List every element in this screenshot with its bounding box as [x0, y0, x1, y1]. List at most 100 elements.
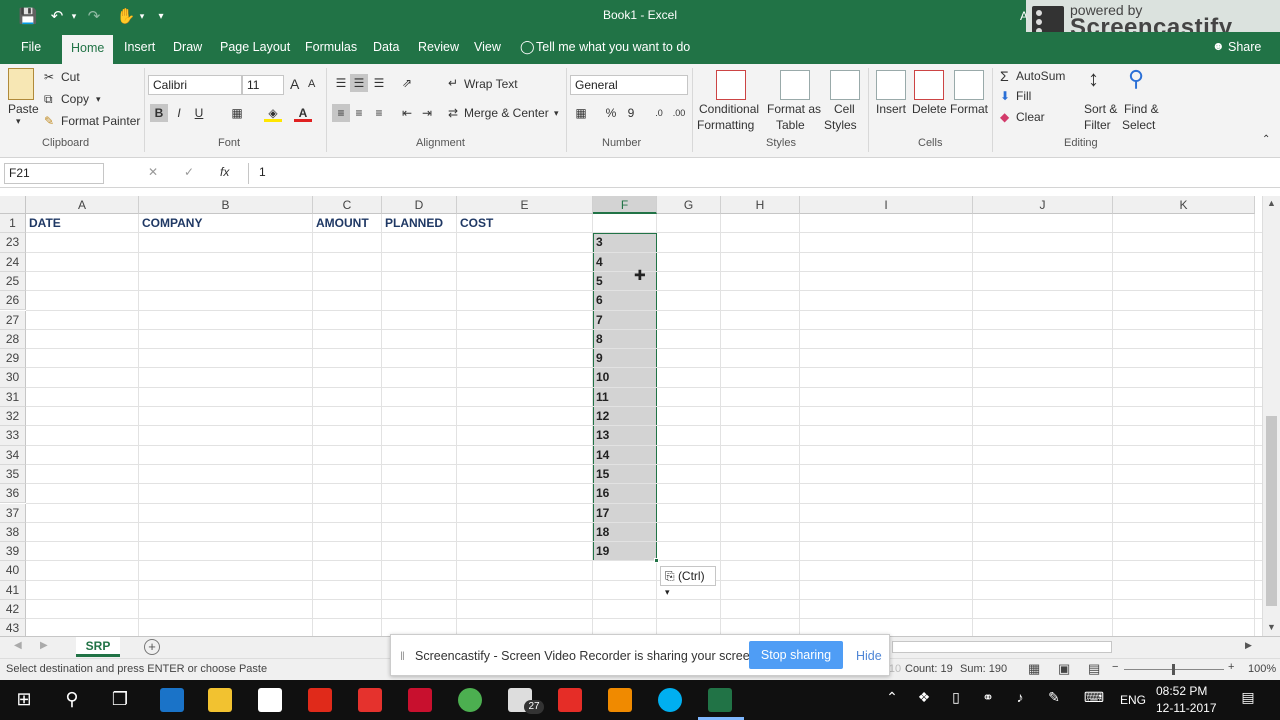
- tab-file[interactable]: File: [21, 40, 41, 54]
- cell-styles-button[interactable]: Cell: [834, 102, 855, 116]
- insert-function-button[interactable]: fx: [220, 165, 229, 179]
- align-bottom-icon[interactable]: ☰: [370, 74, 388, 92]
- header-cell-d[interactable]: PLANNED: [382, 214, 443, 233]
- align-middle-icon[interactable]: ☰: [350, 74, 368, 92]
- file-explorer-icon[interactable]: [208, 688, 232, 712]
- fill-icon[interactable]: ⬇: [1000, 89, 1010, 103]
- header-cell-b[interactable]: COMPANY: [139, 214, 202, 233]
- tab-page-layout[interactable]: Page Layout: [220, 40, 290, 54]
- pen-icon[interactable]: ✎: [1042, 689, 1066, 706]
- format-as-table-icon[interactable]: [780, 70, 810, 100]
- align-left-icon[interactable]: ≡: [332, 104, 350, 122]
- clear-button[interactable]: Clear: [1016, 110, 1045, 124]
- column-header-k[interactable]: K: [1113, 196, 1255, 214]
- cell-f[interactable]: 4: [593, 253, 603, 272]
- tab-review[interactable]: Review: [418, 40, 459, 54]
- horizontal-scroll-thumb[interactable]: [892, 641, 1112, 653]
- cell-f[interactable]: 11: [593, 388, 609, 407]
- cell-f[interactable]: 8: [593, 330, 603, 349]
- row-header[interactable]: 26: [0, 291, 26, 311]
- tab-view[interactable]: View: [474, 40, 501, 54]
- borders-icon[interactable]: ▦: [228, 104, 246, 122]
- volume-icon[interactable]: ♪: [1008, 689, 1032, 705]
- excel-icon[interactable]: [708, 688, 732, 712]
- spreadsheet-grid[interactable]: A B C D E F G H I J K 1 DATE COMPANY AMOUNT PLANNED COST…: [0, 196, 1262, 636]
- vlc-icon[interactable]: [608, 688, 632, 712]
- mcafee-icon[interactable]: [408, 688, 432, 712]
- format-painter-icon[interactable]: ✎: [44, 114, 54, 128]
- row-header[interactable]: 31: [0, 387, 26, 407]
- cell-f[interactable]: 16: [593, 484, 609, 503]
- page-break-view-icon[interactable]: ▤: [1088, 661, 1100, 677]
- sort-filter-icon[interactable]: ↕: [1088, 66, 1099, 92]
- row-header[interactable]: 41: [0, 580, 26, 600]
- cell-f[interactable]: 7: [593, 311, 603, 330]
- header-cell-c[interactable]: AMOUNT: [313, 214, 369, 233]
- cancel-icon[interactable]: ✕: [148, 165, 158, 179]
- row-header[interactable]: 30: [0, 368, 26, 388]
- font-size-box[interactable]: 11: [242, 75, 284, 95]
- column-header-d[interactable]: D: [382, 196, 457, 214]
- fill-handle[interactable]: [654, 558, 659, 563]
- merge-center-icon[interactable]: ⇄: [448, 106, 458, 120]
- delete-cells-button[interactable]: Delete: [912, 102, 947, 116]
- autosum-button[interactable]: AutoSum: [1016, 69, 1065, 83]
- cell-f[interactable]: 14: [593, 446, 609, 465]
- row-header[interactable]: 25: [0, 271, 26, 292]
- align-top-icon[interactable]: ☰: [332, 74, 350, 92]
- conditional-formatting-button[interactable]: Conditional: [699, 102, 759, 116]
- header-cell-e[interactable]: COST: [457, 214, 493, 233]
- tab-data[interactable]: Data: [373, 40, 399, 54]
- column-header-e[interactable]: E: [457, 196, 593, 214]
- comma-style-button[interactable]: 9: [622, 104, 640, 122]
- share-button[interactable]: Share: [1228, 40, 1261, 54]
- row-header[interactable]: 29: [0, 349, 26, 369]
- keyboard-icon[interactable]: ⌨: [1082, 689, 1106, 706]
- drag-handle-icon[interactable]: ‖: [400, 649, 405, 663]
- cell-f[interactable]: 12: [593, 407, 609, 426]
- cell-f[interactable]: 19: [593, 542, 609, 561]
- insert-cells-button[interactable]: Insert: [876, 102, 906, 116]
- column-header-a[interactable]: A: [26, 196, 139, 214]
- sort-filter-button[interactable]: Sort &: [1084, 102, 1117, 116]
- tab-home[interactable]: Home: [62, 35, 114, 64]
- percent-button[interactable]: %: [602, 104, 620, 122]
- row-header[interactable]: 38: [0, 522, 26, 543]
- page-layout-view-icon[interactable]: ▣: [1058, 661, 1070, 677]
- name-box[interactable]: F21: [4, 163, 104, 184]
- windows-start-icon[interactable]: ⊞: [12, 689, 36, 710]
- align-center-icon[interactable]: ≡: [350, 104, 368, 122]
- formula-input[interactable]: 1: [248, 163, 1274, 184]
- number-format-box[interactable]: General: [570, 75, 688, 95]
- conditional-formatting-icon[interactable]: [716, 70, 746, 100]
- next-sheet-icon[interactable]: ▶: [40, 640, 48, 651]
- cut-icon[interactable]: ✂: [44, 70, 54, 84]
- format-painter-button[interactable]: Format Painter: [61, 114, 140, 128]
- media-app-icon[interactable]: [358, 688, 382, 712]
- row-header[interactable]: 32: [0, 407, 26, 427]
- copy-icon[interactable]: ⧉: [44, 92, 53, 107]
- fill-button[interactable]: Fill: [1016, 89, 1031, 103]
- paste-button[interactable]: Paste: [8, 102, 39, 116]
- font-name-box[interactable]: Calibri: [148, 75, 242, 95]
- scroll-up-icon[interactable]: ▲: [1267, 198, 1276, 208]
- font-color-icon[interactable]: A: [294, 104, 312, 122]
- cell-f[interactable]: 10: [593, 368, 609, 387]
- cell-f[interactable]: 13: [593, 426, 609, 445]
- zoom-slider-knob[interactable]: [1172, 664, 1175, 675]
- collapse-ribbon-icon[interactable]: ⌃: [1262, 134, 1270, 145]
- wifi-icon[interactable]: ⚭: [976, 689, 1000, 706]
- row-header[interactable]: 24: [0, 252, 26, 272]
- clock-time[interactable]: 08:52 PM: [1156, 684, 1207, 698]
- search-icon[interactable]: ⚲: [60, 689, 84, 710]
- row-header[interactable]: 1: [0, 214, 26, 234]
- insert-cells-icon[interactable]: [876, 70, 906, 100]
- merge-center-button[interactable]: Merge & Center: [464, 106, 549, 120]
- delete-cells-icon[interactable]: [914, 70, 944, 100]
- italic-button[interactable]: I: [170, 104, 188, 122]
- normal-view-icon[interactable]: ▦: [1028, 661, 1040, 677]
- tell-me-search[interactable]: Tell me what you want to do: [536, 40, 690, 54]
- pdf-app-icon[interactable]: [308, 688, 332, 712]
- cell-styles-icon[interactable]: [830, 70, 860, 100]
- increase-indent-icon[interactable]: ⇥: [418, 104, 436, 122]
